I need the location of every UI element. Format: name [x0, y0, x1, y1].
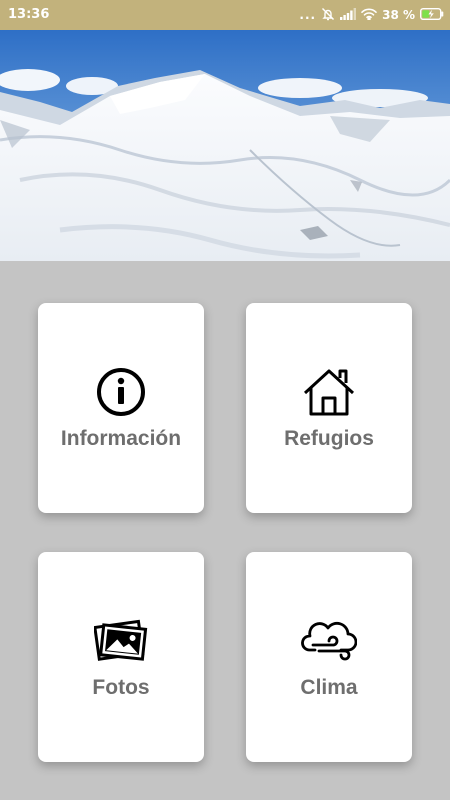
- menu-card-label: Refugios: [284, 427, 374, 450]
- status-time: 13:36: [8, 7, 50, 22]
- more-notifications-dots: ...: [299, 8, 317, 22]
- menu-card-informacion[interactable]: Información: [38, 303, 204, 513]
- signal-icon: [340, 7, 357, 23]
- menu-card-label: Información: [60, 427, 182, 450]
- menu-card-label: Fotos: [92, 676, 150, 699]
- house-icon: [246, 365, 412, 419]
- battery-charging-icon: [419, 7, 444, 23]
- status-icons: ... 38 %: [299, 6, 444, 24]
- mountain-hero-image: [0, 30, 450, 261]
- menu-card-fotos[interactable]: Fotos: [38, 552, 204, 762]
- status-bar: 13:36 ... 38 %: [0, 0, 450, 30]
- wifi-icon: [361, 8, 377, 23]
- cloud-wind-icon: [246, 614, 412, 668]
- menu-card-refugios[interactable]: Refugios: [246, 303, 412, 513]
- notifications-muted-icon: [321, 7, 335, 24]
- menu-card-clima[interactable]: Clima: [246, 552, 412, 762]
- battery-percent: 38 %: [382, 8, 415, 22]
- info-icon: [38, 365, 204, 419]
- menu-card-label: Clima: [300, 676, 358, 699]
- photos-icon: [38, 614, 204, 668]
